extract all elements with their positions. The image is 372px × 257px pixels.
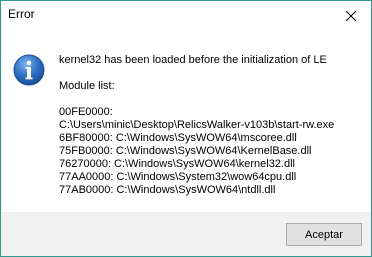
module-entry: 6BF80000: C:\Windows\SysWOW64\mscoree.dl… [59,132,297,144]
module-entry: 77AB0000: C:\Windows\SysWOW64\ntdll.dll [59,184,276,196]
module-list-label: Module list: [59,80,115,92]
window-title: Error [8,7,35,21]
accept-button[interactable]: Aceptar [286,223,362,246]
module-entry: 00FE0000: [59,106,113,118]
error-dialog-window: Error kernel32 has been loaded before th… [0,0,372,257]
dialog-body: kernel32 has been loaded before the init… [1,31,371,212]
module-entry: C:\Users\minic\Desktop\RelicsWalker-v103… [59,119,335,131]
module-entry: 77AA0000: C:\Windows\System32\wow64cpu.d… [59,171,297,183]
error-message: kernel32 has been loaded before the init… [59,54,364,197]
module-entry: 75FB0000: C:\Windows\SysWOW64\KernelBase… [59,145,312,157]
dialog-footer: Aceptar [1,212,371,256]
message-headline: kernel32 has been loaded before the init… [59,54,327,66]
module-entry: 76270000: C:\Windows\SysWOW64\kernel32.d… [59,158,295,170]
title-bar[interactable]: Error [1,1,371,31]
info-icon [13,54,45,86]
close-button[interactable] [331,1,371,31]
close-icon [345,10,357,22]
